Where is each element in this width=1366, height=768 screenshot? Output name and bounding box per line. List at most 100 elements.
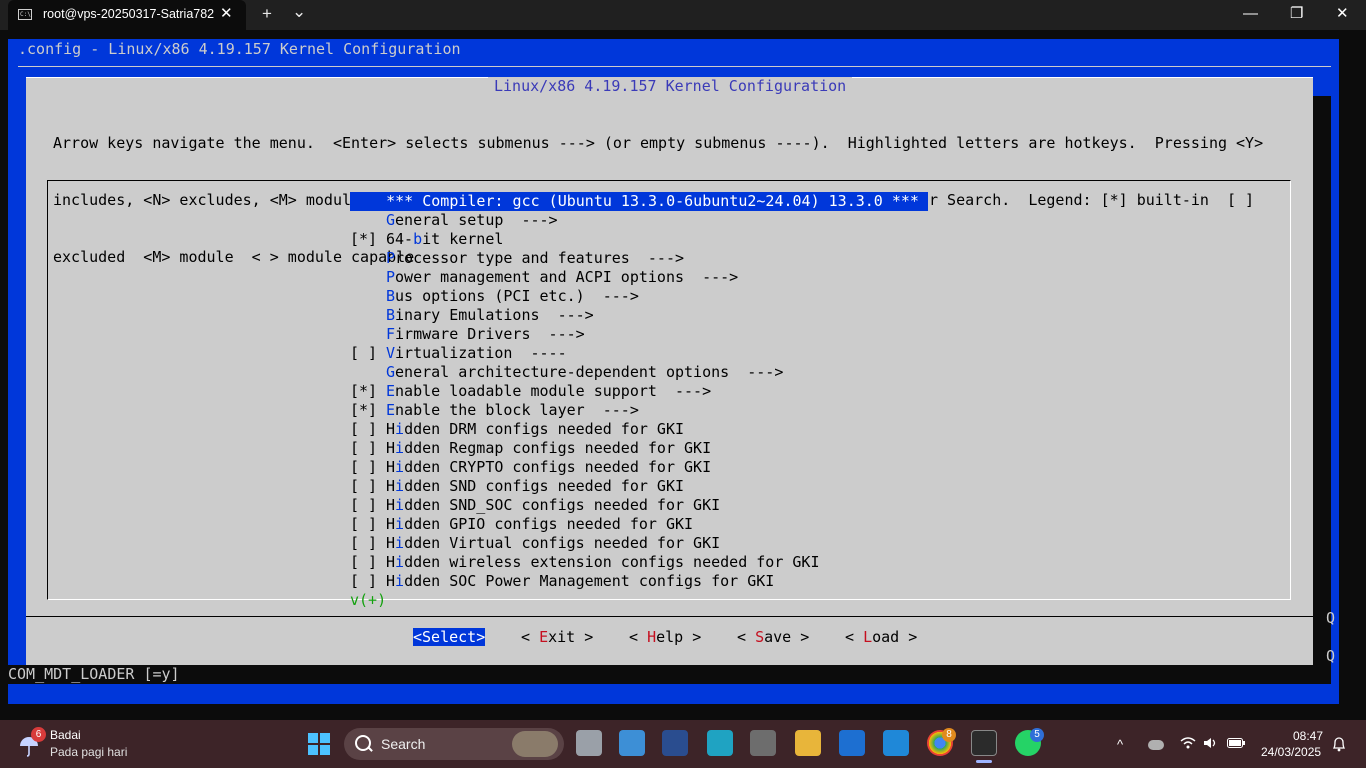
button-save[interactable]: < Save > (737, 628, 809, 647)
terminal-app-icon[interactable] (971, 730, 997, 756)
menu-item-label: H (386, 477, 396, 495)
clock-time[interactable]: 08:47 (1290, 729, 1323, 743)
weather-title[interactable]: Badai (50, 728, 81, 742)
windows-start-icon[interactable] (307, 732, 331, 756)
button-hotkey: L (863, 628, 873, 646)
vscode-icon[interactable] (883, 730, 909, 756)
screenshot-app-icon[interactable] (619, 730, 645, 756)
terminal-tab[interactable]: C:\ root@vps-20250317-Satria782 ✕ (8, 0, 246, 30)
clock-date[interactable]: 24/03/2025 (1261, 745, 1321, 759)
button-help[interactable]: < Help > (629, 628, 701, 647)
new-tab-button[interactable]: + (262, 4, 272, 24)
battery-icon[interactable] (1227, 738, 1245, 748)
button-exit[interactable]: < Exit > (521, 628, 593, 647)
close-window-button[interactable]: ✕ (1336, 5, 1349, 23)
home-cloud-icon[interactable] (839, 730, 865, 756)
menu-item[interactable]: *** Compiler: gcc (Ubuntu 13.3.0-6ubuntu… (350, 192, 928, 211)
menu-item-hotkey: B (386, 287, 396, 305)
menu-item[interactable]: [ ] Hidden Regmap configs needed for GKI (350, 439, 928, 458)
menu-item[interactable]: [*] Enable the block layer ---> (350, 401, 928, 420)
cmd-icon: C:\ (18, 9, 32, 20)
help-line: Arrow keys navigate the menu. <Enter> se… (53, 134, 1264, 152)
button-label: elp > (656, 628, 702, 646)
menu-item-state: [*] (350, 401, 387, 419)
virtualbox-icon[interactable] (662, 730, 688, 756)
menu-item-state: [ ] (350, 572, 387, 590)
volume-icon[interactable] (1203, 736, 1219, 750)
menu-item[interactable]: [ ] Virtualization ---- (350, 344, 928, 363)
menu-item-state: [ ] (350, 553, 387, 571)
menu-item-label: dden SND_SOC configs needed for GKI (404, 496, 721, 514)
menu-item-state: [ ] (350, 496, 387, 514)
menu-item-hotkey: i (395, 420, 405, 438)
right-margin (1313, 96, 1331, 684)
menu-item[interactable]: [ ] Hidden Virtual configs needed for GK… (350, 534, 928, 553)
menu-item-label: H (386, 515, 396, 533)
menu-item[interactable]: Processor type and features ---> (350, 249, 928, 268)
menu-item-hotkey: i (395, 477, 405, 495)
menu-item-label: H (386, 439, 396, 457)
menu-item[interactable]: [ ] Hidden CRYPTO configs needed for GKI (350, 458, 928, 477)
menu-item[interactable]: [*] Enable loadable module support ---> (350, 382, 928, 401)
button-select[interactable]: <Select> (413, 628, 486, 647)
notification-bell-icon[interactable] (1332, 736, 1346, 752)
menu-item[interactable]: General architecture-dependent options -… (350, 363, 928, 382)
file-explorer-icon[interactable] (795, 730, 821, 756)
button-load[interactable]: < Load > (845, 628, 917, 647)
status-bar (0, 665, 1313, 684)
title-rule (18, 66, 1331, 67)
button-bracket: < (737, 628, 756, 646)
lightning-app-icon[interactable] (707, 730, 733, 756)
transfer-app-icon[interactable] (750, 730, 776, 756)
menu-item[interactable]: Bus options (PCI etc.) ---> (350, 287, 928, 306)
menu-item[interactable]: Firmware Drivers ---> (350, 325, 928, 344)
wifi-icon[interactable] (1180, 736, 1196, 750)
more-indicator: v(+) (350, 591, 387, 609)
menu-item-state: [ ] (350, 515, 387, 533)
menu-item-hotkey: F (386, 325, 396, 343)
button-hotkey: E (539, 628, 549, 646)
menu-item-state: [ ] (350, 477, 387, 495)
button-bracket: < (845, 628, 864, 646)
menu-item[interactable]: Power management and ACPI options ---> (350, 268, 928, 287)
menu-item[interactable]: General setup ---> (350, 211, 928, 230)
maximize-button[interactable]: ❐ (1290, 5, 1303, 23)
button-label: <Select> (413, 628, 486, 646)
minimize-button[interactable]: — (1243, 5, 1258, 23)
menu-item[interactable]: Binary Emulations ---> (350, 306, 928, 325)
terminal-area[interactable]: .config - Linux/x86 4.19.157 Kernel Conf… (0, 30, 1366, 720)
menu-item[interactable]: [ ] Hidden SOC Power Management configs … (350, 572, 928, 591)
button-hotkey: S (755, 628, 765, 646)
tray-chevron-icon[interactable]: ^ (1117, 737, 1123, 752)
tab-dropdown-button[interactable]: ⌄ (292, 2, 306, 22)
onedrive-icon[interactable] (1148, 740, 1164, 750)
weather-subtitle[interactable]: Pada pagi hari (50, 745, 127, 759)
dialog-title: Linux/x86 4.19.157 Kernel Configuration (488, 77, 853, 96)
menu-item-hotkey: i (395, 458, 405, 476)
menu-item-label: nable loadable module support ---> (395, 382, 712, 400)
menu-item-label: 64- (386, 230, 414, 248)
button-bracket: < (629, 628, 648, 646)
search-placeholder[interactable]: Search (381, 736, 425, 752)
menu-item-label: it kernel (422, 230, 504, 248)
menu-item-label: ower management and ACPI options ---> (395, 268, 739, 286)
menu-item-label: eneral setup ---> (395, 211, 558, 229)
menu-item[interactable]: [ ] Hidden SND configs needed for GKI (350, 477, 928, 496)
menu-item[interactable]: [ ] Hidden SND_SOC configs needed for GK… (350, 496, 928, 515)
menu-item-label: irtualization ---- (395, 344, 567, 362)
menu-item[interactable]: [*] 64-bit kernel (350, 230, 928, 249)
menu-item[interactable]: [ ] Hidden wireless extension configs ne… (350, 553, 928, 572)
menu-item-state: [*] (350, 230, 387, 248)
menu-list: *** Compiler: gcc (Ubuntu 13.3.0-6ubuntu… (350, 192, 928, 591)
button-label: xit > (548, 628, 594, 646)
menu-item-state: [ ] (350, 439, 387, 457)
menu-item-label: dden SOC Power Management configs for GK… (404, 572, 775, 590)
menu-item-hotkey: G (386, 211, 396, 229)
menu-item[interactable]: [ ] Hidden DRM configs needed for GKI (350, 420, 928, 439)
menu-item-hotkey: i (395, 572, 405, 590)
task-view-icon[interactable] (576, 730, 602, 756)
menu-item-state: [ ] (350, 534, 387, 552)
menu-item[interactable]: [ ] Hidden GPIO configs needed for GKI (350, 515, 928, 534)
close-tab-icon[interactable]: ✕ (220, 5, 233, 23)
menu-item-label: irmware Drivers ---> (395, 325, 585, 343)
